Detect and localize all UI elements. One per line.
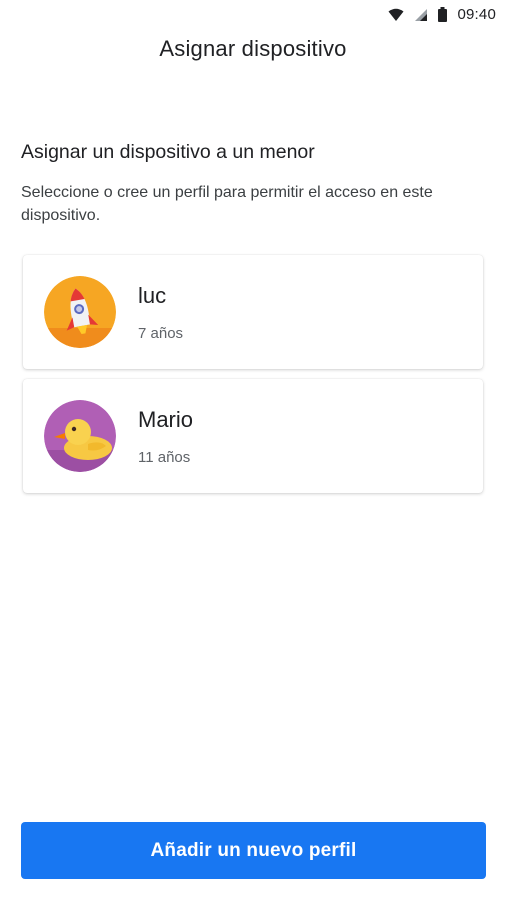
- page-title: Asignar dispositivo: [159, 36, 347, 61]
- profile-name: luc: [138, 283, 167, 308]
- add-profile-button[interactable]: Añadir un nuevo perfil: [21, 822, 486, 879]
- status-time: 09:40: [457, 6, 496, 23]
- status-icons: 09:40: [388, 6, 496, 23]
- profile-name: Mario: [138, 407, 194, 432]
- profile-age: 7 años: [138, 325, 184, 342]
- profile-card-luc[interactable]: luc 7 años: [23, 255, 483, 369]
- profile-age: 11 años: [138, 449, 191, 466]
- duck-avatar-icon: [44, 400, 116, 472]
- status-bar: 09:40: [0, 0, 506, 32]
- rocket-avatar-icon: [44, 276, 116, 348]
- wifi-icon: [388, 8, 404, 22]
- battery-icon: [438, 7, 448, 22]
- section-heading: Asignar un dispositivo a un menor: [21, 141, 315, 163]
- profile-card-mario[interactable]: Mario 11 años: [23, 379, 483, 493]
- section-description: Seleccione o cree un perfil para permiti…: [21, 184, 433, 224]
- signal-icon: [414, 8, 428, 22]
